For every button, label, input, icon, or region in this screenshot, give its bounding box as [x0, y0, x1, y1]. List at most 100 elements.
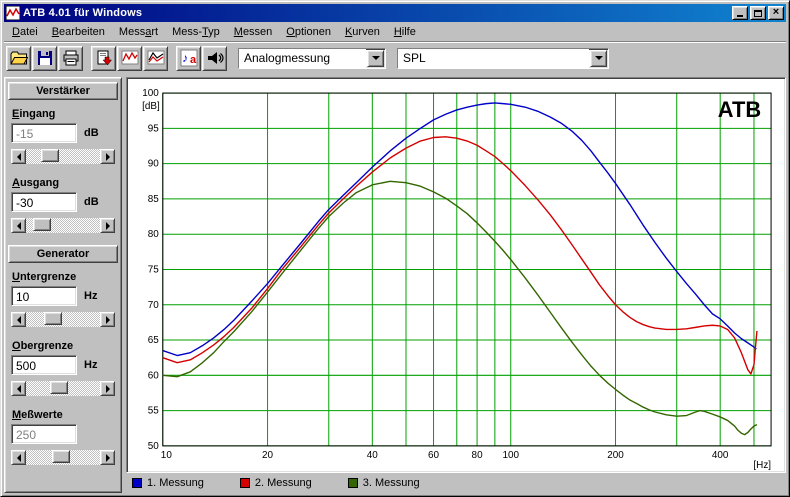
field-untergrenze: Untergrenze 10 Hz: [7, 269, 119, 327]
svg-text:60: 60: [148, 370, 159, 381]
svg-text:♪: ♪: [182, 51, 188, 65]
untergrenze-slider-track[interactable]: [26, 312, 100, 327]
measure-mode-dropdown[interactable]: Analogmessung: [238, 48, 386, 69]
messwerte-slider-right-button[interactable]: [100, 450, 115, 465]
ausgang-slider-thumb[interactable]: [33, 218, 51, 231]
untergrenze-slider-right-button[interactable]: [100, 312, 115, 327]
menu-item-bearbeiten[interactable]: Bearbeiten: [45, 24, 112, 40]
svg-text:85: 85: [148, 194, 159, 205]
menu-item-optionen[interactable]: Optionen: [279, 24, 338, 40]
spl-chart: 10095908580757065605550[dB]1020406080100…: [129, 80, 783, 470]
eingang-slider[interactable]: [11, 149, 115, 164]
sound-note-icon: ♪a: [180, 49, 198, 67]
eingang-slider-track[interactable]: [26, 149, 100, 164]
minimize-icon: [737, 15, 743, 17]
ausgang-slider-track[interactable]: [26, 218, 100, 233]
close-button[interactable]: ×: [768, 6, 784, 20]
svg-text:95: 95: [148, 123, 159, 134]
untergrenze-label: Untergrenze: [12, 271, 115, 283]
speaker-icon: [206, 49, 224, 67]
messwerte-slider-left-button[interactable]: [11, 450, 26, 465]
ausgang-slider[interactable]: [11, 218, 115, 233]
obergrenze-slider-thumb[interactable]: [50, 381, 68, 394]
arrow-left-icon: [17, 316, 21, 324]
eingang-slider-left-button[interactable]: [11, 149, 26, 164]
obergrenze-slider-track[interactable]: [26, 381, 100, 396]
export-icon: [95, 49, 113, 67]
close-icon: ×: [773, 7, 779, 18]
eingang-unit: dB: [84, 127, 99, 139]
eingang-label: Eingang: [12, 108, 115, 120]
svg-text:55: 55: [148, 406, 159, 417]
minimize-button[interactable]: [732, 6, 748, 20]
chevron-down-icon: [595, 56, 603, 60]
svg-text:200: 200: [607, 450, 624, 461]
open-button[interactable]: [6, 46, 31, 71]
save-button[interactable]: [32, 46, 57, 71]
messwerte-slider[interactable]: [11, 450, 115, 465]
messwerte-slider-track[interactable]: [26, 450, 100, 465]
ausgang-input[interactable]: -30: [11, 192, 77, 212]
titlebar: ATB 4.01 für Windows ×: [4, 4, 786, 22]
eingang-input[interactable]: -15: [11, 123, 77, 143]
legend-item-3: 3. Messung: [348, 477, 420, 489]
export-button[interactable]: [91, 46, 116, 71]
maximize-button[interactable]: [750, 6, 766, 20]
menu-item-kurven[interactable]: Kurven: [338, 24, 387, 40]
ausgang-label: Ausgang: [12, 177, 115, 189]
sidebar: Verstärker Eingang -15 dB Ausgang -30 dB: [4, 77, 122, 493]
messwerte-slider-thumb[interactable]: [52, 450, 70, 463]
menu-item-mess-typ[interactable]: Mess-Typ: [165, 24, 227, 40]
arrow-right-icon: [106, 385, 110, 393]
group-header-verstaerker: Verstärker: [8, 82, 118, 100]
print-button[interactable]: [58, 46, 83, 71]
eingang-slider-thumb[interactable]: [41, 149, 59, 162]
untergrenze-slider-left-button[interactable]: [11, 312, 26, 327]
app-icon: [6, 6, 20, 20]
chart-legend: 1. Messung 2. Messung 3. Messung: [126, 473, 786, 493]
menu-item-messen[interactable]: Messen: [227, 24, 280, 40]
messwerte-input[interactable]: 250: [11, 424, 77, 444]
measure-mode-dropdown-button[interactable]: [367, 50, 384, 67]
sound-test-button[interactable]: ♪a: [176, 46, 201, 71]
arrow-left-icon: [17, 454, 21, 462]
measure-type-value: SPL: [398, 49, 589, 68]
app-window: ATB 4.01 für Windows × Datei Bearbeiten …: [0, 0, 790, 497]
main-area: Verstärker Eingang -15 dB Ausgang -30 dB: [4, 73, 786, 493]
legend-label-1: 1. Messung: [147, 477, 204, 489]
obergrenze-slider[interactable]: [11, 381, 115, 396]
arrow-left-icon: [17, 385, 21, 393]
ausgang-slider-right-button[interactable]: [100, 218, 115, 233]
obergrenze-slider-left-button[interactable]: [11, 381, 26, 396]
menu-item-hilfe[interactable]: Hilfe: [387, 24, 423, 40]
measure-type-dropdown[interactable]: SPL: [397, 48, 609, 69]
untergrenze-slider-thumb[interactable]: [44, 312, 62, 325]
obergrenze-slider-right-button[interactable]: [100, 381, 115, 396]
arrow-right-icon: [106, 454, 110, 462]
measure-type-dropdown-button[interactable]: [590, 50, 607, 67]
untergrenze-slider[interactable]: [11, 312, 115, 327]
save-icon: [36, 49, 54, 67]
arrow-right-icon: [106, 316, 110, 324]
svg-text:60: 60: [428, 450, 439, 461]
menu-item-messart[interactable]: Messart: [112, 24, 165, 40]
curves-button[interactable]: [117, 46, 142, 71]
legend-label-2: 2. Messung: [255, 477, 312, 489]
legend-swatch-2: [240, 478, 250, 488]
toolbar: ♪a Analogmessung SPL: [4, 42, 786, 73]
speaker-button[interactable]: [202, 46, 227, 71]
untergrenze-input[interactable]: 10: [11, 286, 77, 306]
legend-item-2: 2. Messung: [240, 477, 312, 489]
chart-area: 10095908580757065605550[dB]1020406080100…: [126, 77, 786, 493]
obergrenze-input[interactable]: 500: [11, 355, 77, 375]
svg-text:20: 20: [262, 450, 273, 461]
svg-text:80: 80: [148, 229, 159, 240]
field-eingang: Eingang -15 dB: [7, 106, 119, 164]
untergrenze-unit: Hz: [84, 290, 97, 302]
ausgang-slider-left-button[interactable]: [11, 218, 26, 233]
eingang-slider-right-button[interactable]: [100, 149, 115, 164]
analyze-button[interactable]: [143, 46, 168, 71]
svg-text:50: 50: [148, 441, 159, 452]
menu-item-datei[interactable]: Datei: [5, 24, 45, 40]
field-messwerte: Meßwerte 250: [7, 407, 119, 465]
